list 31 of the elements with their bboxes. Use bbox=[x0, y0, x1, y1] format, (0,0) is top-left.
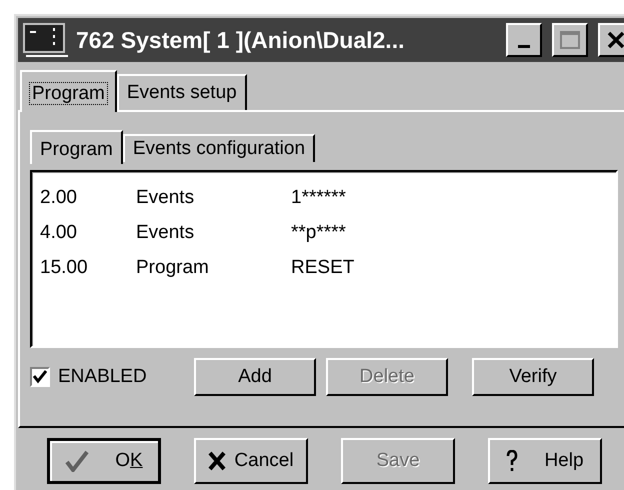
list-cell[interactable]: Events bbox=[136, 186, 291, 208]
checkbox[interactable] bbox=[30, 367, 50, 387]
window-title: 762 System[ 1 ](Anion\Dual2... bbox=[76, 26, 406, 54]
checkmark-icon bbox=[65, 450, 90, 472]
minimize-button[interactable] bbox=[506, 23, 542, 57]
list-cell[interactable]: 4.00 bbox=[40, 222, 136, 244]
tab[interactable]: Program bbox=[20, 70, 117, 112]
list-cell[interactable]: **p**** bbox=[291, 222, 608, 244]
question-mark-icon bbox=[506, 450, 518, 472]
list-button[interactable]: Verify bbox=[472, 358, 594, 396]
window-icon bbox=[22, 22, 70, 58]
list-cell[interactable]: Events bbox=[136, 222, 291, 244]
checkbox-label: ENABLED bbox=[58, 366, 147, 388]
list-button[interactable]: Add bbox=[194, 358, 316, 396]
maximize-icon bbox=[559, 30, 581, 50]
list-cell[interactable]: Program bbox=[136, 256, 291, 278]
tab[interactable]: Events setup bbox=[116, 74, 247, 110]
list-cell[interactable]: 1****** bbox=[291, 186, 608, 208]
dialog-button[interactable]: Cancel bbox=[194, 438, 308, 484]
list-cell[interactable]: 15.00 bbox=[40, 256, 136, 278]
close-icon bbox=[606, 31, 624, 49]
maximize-button[interactable] bbox=[552, 23, 588, 57]
dialog-button[interactable]: Help bbox=[488, 438, 602, 484]
close-button[interactable] bbox=[598, 23, 624, 57]
dialog-button[interactable]: OK bbox=[47, 438, 161, 484]
tab[interactable]: Events configuration bbox=[122, 134, 316, 162]
list-cell[interactable]: 2.00 bbox=[40, 186, 136, 208]
cross-icon bbox=[208, 451, 226, 471]
tab[interactable]: Program bbox=[30, 130, 123, 164]
minimize-icon bbox=[518, 44, 530, 48]
list-cell[interactable]: RESET bbox=[291, 256, 608, 278]
